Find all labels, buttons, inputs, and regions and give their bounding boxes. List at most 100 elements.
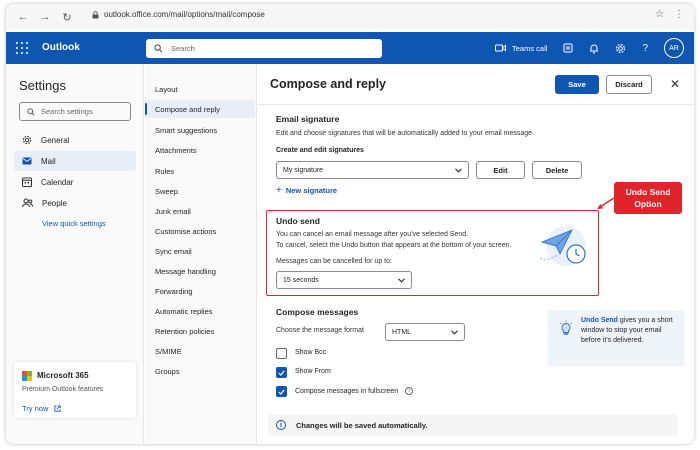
- show-bcc-label: Show Bcc: [295, 349, 327, 356]
- subnav-item-layout[interactable]: Layout: [145, 80, 255, 98]
- category-calendar[interactable]: Calendar: [14, 172, 136, 192]
- category-general[interactable]: General: [14, 130, 136, 150]
- autosave-notice: i Changes will be saved automatically.: [268, 414, 678, 436]
- tip-text: Undo Send gives you a short window to st…: [581, 316, 681, 346]
- undo-send-line-1: You can cancel an email message after yo…: [276, 231, 469, 238]
- edit-signature-button[interactable]: Edit: [476, 161, 525, 179]
- subnav-item-junk-email[interactable]: Junk email: [145, 202, 255, 220]
- settings-search-input[interactable]: Search settings: [19, 102, 131, 121]
- settings-search-placeholder: Search settings: [41, 107, 93, 116]
- delete-signature-button[interactable]: Delete: [532, 161, 582, 179]
- signature-select-value: My signature: [283, 166, 324, 174]
- undo-send-duration-value: 15 seconds: [283, 276, 319, 284]
- new-signature-label: New signature: [285, 186, 338, 195]
- search-icon: [27, 107, 35, 116]
- teams-call-button[interactable]: Teams call: [495, 38, 547, 58]
- subnav-item-customise-actions[interactable]: Customise actions: [145, 222, 255, 240]
- view-quick-settings-link[interactable]: View quick settings: [42, 219, 106, 228]
- address-bar[interactable]: outlook.office.com/mail/options/mail/com…: [92, 10, 265, 19]
- browser-toolbar: ← → ↻ outlook.office.com/mail/options/ma…: [6, 4, 694, 30]
- message-format-select[interactable]: HTML: [385, 323, 465, 341]
- settings-sidebar: Settings Search settings General Mail Ca…: [6, 64, 144, 444]
- search-icon: [154, 44, 163, 53]
- subnav-item-smime[interactable]: S/MIME: [145, 342, 255, 360]
- message-format-value: HTML: [392, 328, 412, 336]
- email-signature-description: Edit and choose signatures that will be …: [276, 130, 534, 137]
- url-text: outlook.office.com/mail/options/mail/com…: [104, 10, 265, 19]
- app-launcher-icon[interactable]: [16, 42, 28, 54]
- subnav-item-compose-and-reply[interactable]: Compose and reply: [145, 100, 255, 118]
- callout-line-2: Option: [634, 199, 662, 209]
- m365-subtitle: Premium Outlook features: [22, 386, 104, 393]
- show-bcc-checkbox[interactable]: [276, 348, 287, 359]
- chevron-down-icon: [398, 277, 405, 283]
- subnav-item-attachments[interactable]: Attachments: [145, 141, 255, 159]
- chevron-down-icon: [455, 167, 462, 173]
- app-header: Outlook Search Teams call ? AR: [6, 32, 694, 64]
- gear-icon[interactable]: [615, 38, 626, 58]
- discard-button[interactable]: Discard: [606, 75, 652, 94]
- autosave-text: Changes will be saved automatically.: [296, 420, 428, 430]
- page-title: Compose and reply: [270, 77, 386, 91]
- try-now-label: Try now: [22, 404, 49, 413]
- menu-dots-icon[interactable]: ⋮: [674, 9, 684, 20]
- checkmark-icon: [278, 370, 285, 376]
- lock-icon: [92, 10, 99, 18]
- category-label: Mail: [41, 156, 56, 166]
- star-icon[interactable]: ☆: [655, 9, 664, 20]
- new-signature-button[interactable]: + New signature: [276, 185, 337, 196]
- undo-send-duration-select[interactable]: 15 seconds: [276, 271, 412, 289]
- fullscreen-label: Compose messages in fullscreen: [295, 387, 399, 395]
- fullscreen-checkbox[interactable]: [276, 386, 287, 397]
- message-format-label: Choose the message format: [276, 327, 364, 334]
- undo-send-cancel-label: Messages can be cancelled for up to:: [276, 258, 392, 265]
- info-icon[interactable]: i: [405, 387, 414, 395]
- category-label: General: [41, 135, 70, 145]
- video-camera-icon: [495, 44, 506, 52]
- paper-plane-clock-icon: [539, 226, 586, 266]
- try-now-link[interactable]: Try now: [22, 404, 61, 413]
- search-input[interactable]: Search: [146, 39, 382, 58]
- subnav-item-forwarding[interactable]: Forwarding: [145, 282, 255, 300]
- subnav-item-automatic-replies[interactable]: Automatic replies: [145, 302, 255, 320]
- show-from-checkbox[interactable]: [276, 367, 287, 378]
- category-label: Calendar: [41, 177, 74, 187]
- help-icon[interactable]: ?: [642, 38, 648, 58]
- undo-send-callout: Undo Send Option: [614, 182, 682, 214]
- subnav-item-sweep[interactable]: Sweep: [145, 182, 255, 200]
- subnav-item-retention-policies[interactable]: Retention policies: [145, 322, 255, 340]
- close-icon[interactable]: ✕: [670, 77, 680, 91]
- forward-icon[interactable]: →: [36, 8, 54, 26]
- category-mail[interactable]: Mail: [14, 151, 136, 171]
- gear-icon: [22, 135, 32, 145]
- compose-and-reply-panel: Compose and reply Save Discard ✕ Email s…: [258, 64, 694, 444]
- checkmark-icon: [278, 389, 285, 395]
- subnav-item-message-handling[interactable]: Message handling: [145, 262, 255, 280]
- undo-send-title: Undo send: [276, 216, 320, 226]
- subnav-item-sync-email[interactable]: Sync email: [145, 242, 255, 260]
- subnav-item-rules[interactable]: Rules: [145, 162, 255, 180]
- category-label: People: [42, 198, 67, 208]
- email-signature-title: Email signature: [276, 114, 340, 124]
- compose-messages-title: Compose messages: [276, 307, 359, 317]
- reload-icon[interactable]: ↻: [58, 8, 76, 26]
- plus-icon: +: [276, 185, 282, 196]
- app-name[interactable]: Outlook: [42, 42, 80, 53]
- m365-title: Microsoft 365: [37, 371, 89, 380]
- subnav-item-groups[interactable]: Groups: [145, 362, 255, 380]
- show-from-label: Show From: [295, 368, 331, 375]
- microsoft-logo-icon: [22, 371, 32, 381]
- bell-icon[interactable]: [589, 38, 599, 58]
- calendar-icon: [22, 177, 32, 187]
- signature-select[interactable]: My signature: [276, 161, 469, 179]
- category-people[interactable]: People: [14, 193, 136, 213]
- subnav-item-smart-suggestions[interactable]: Smart suggestions: [145, 121, 255, 139]
- info-icon: i: [276, 420, 286, 430]
- settings-title: Settings: [19, 78, 66, 93]
- save-button[interactable]: Save: [555, 75, 599, 94]
- avatar[interactable]: AR: [664, 38, 684, 58]
- notes-icon[interactable]: [563, 38, 573, 58]
- header-divider: [258, 104, 694, 105]
- back-icon[interactable]: ←: [14, 8, 32, 26]
- lightbulb-icon: [559, 320, 573, 335]
